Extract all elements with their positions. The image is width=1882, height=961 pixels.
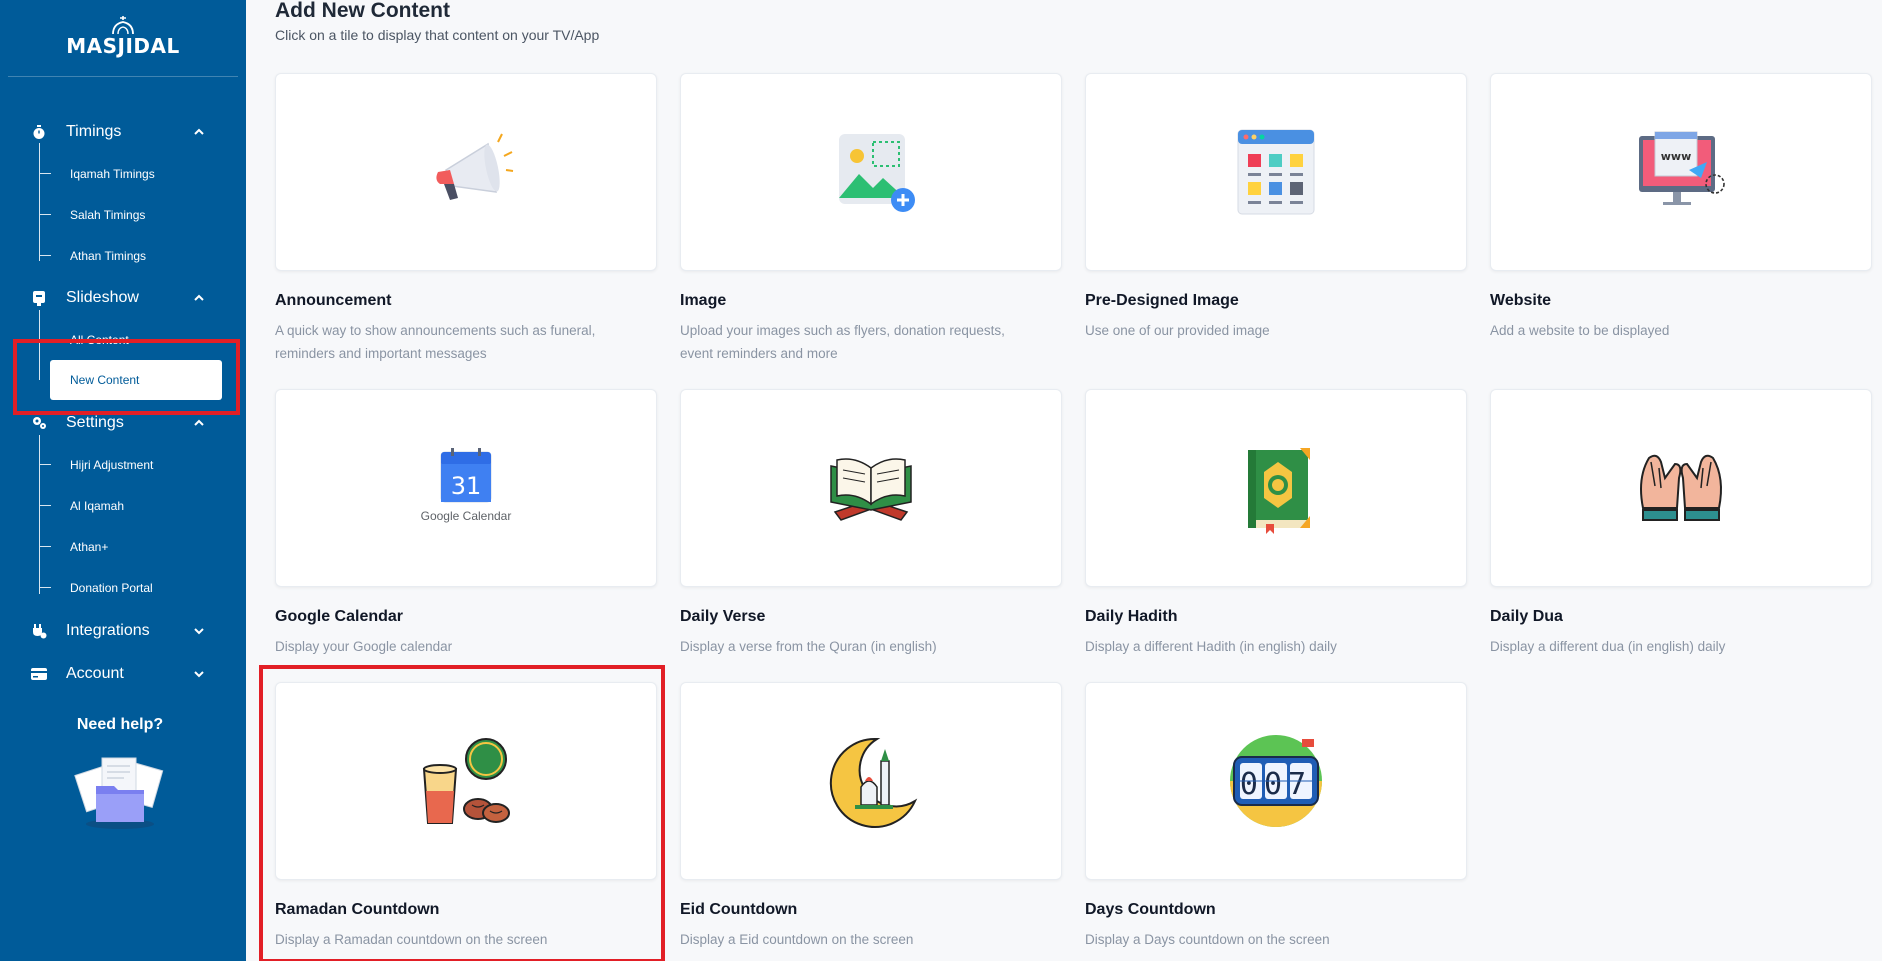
tile-description: Display a different dua (in english) dai… bbox=[1490, 639, 1726, 654]
sidebar: MASJIDAL Timings Iqamah Timings Salah Ti… bbox=[0, 0, 246, 961]
chevron-down-icon[interactable] bbox=[192, 667, 206, 681]
mosque-logo-icon bbox=[112, 16, 134, 35]
sidebar-section-label: Timings bbox=[66, 123, 122, 140]
tile-title: Daily Verse bbox=[680, 608, 766, 625]
tile-title: Eid Countdown bbox=[680, 901, 798, 918]
highlight-box bbox=[13, 339, 240, 415]
praying-hands-icon bbox=[1640, 454, 1722, 521]
tile-description: Display your Google calendar bbox=[275, 639, 453, 654]
chevron-up-icon[interactable] bbox=[192, 416, 206, 430]
hadith-book-icon bbox=[1248, 448, 1310, 534]
tile-description: Upload your images such as flyers, donat… bbox=[680, 323, 1005, 361]
crescent-mosque-icon bbox=[829, 737, 918, 828]
app-root: MASJIDAL Timings Iqamah Timings Salah Ti… bbox=[0, 0, 1882, 961]
tile-title: Website bbox=[1490, 292, 1552, 309]
need-help-heading[interactable]: Need help? bbox=[0, 716, 240, 734]
sidebar-section-integrations[interactable]: Integrations bbox=[0, 616, 246, 646]
tile-title: Image bbox=[680, 292, 727, 309]
add-image-icon bbox=[839, 134, 915, 212]
chevron-up-icon[interactable] bbox=[192, 291, 206, 305]
tile-card[interactable] bbox=[680, 73, 1062, 271]
tile-card[interactable] bbox=[1490, 389, 1872, 587]
chevron-up-icon[interactable] bbox=[192, 125, 206, 139]
tile-description: Display a verse from the Quran (in engli… bbox=[680, 639, 937, 654]
gears-icon bbox=[33, 417, 46, 429]
megaphone-icon bbox=[436, 133, 514, 200]
page-title: Add New Content bbox=[275, 0, 450, 22]
plug-icon bbox=[33, 624, 47, 639]
flip-clock-icon: 007 bbox=[1230, 735, 1322, 827]
tile-description: Display a Eid countdown on the screen bbox=[680, 932, 914, 947]
tile-card[interactable] bbox=[680, 389, 1062, 587]
tile-card[interactable] bbox=[1085, 389, 1467, 587]
help-folder-icon[interactable] bbox=[72, 752, 168, 832]
tile-description: Use one of our provided image bbox=[1085, 323, 1270, 338]
logo[interactable]: MASJIDAL bbox=[0, 14, 246, 74]
tile-title: Pre-Designed Image bbox=[1085, 292, 1239, 309]
tile-card[interactable]: www bbox=[1490, 73, 1872, 271]
sidebar-section-label: Account bbox=[66, 665, 124, 682]
tile-card[interactable] bbox=[275, 73, 657, 271]
chevron-down-icon[interactable] bbox=[192, 624, 206, 638]
tile-description: Add a website to be displayed bbox=[1490, 323, 1670, 338]
tile-title: Daily Hadith bbox=[1085, 608, 1178, 625]
sidebar-section-timings[interactable]: Timings bbox=[0, 117, 246, 147]
tile-card[interactable]: 007 bbox=[1085, 682, 1467, 880]
website-label: www bbox=[1661, 150, 1692, 163]
tree-line bbox=[39, 143, 40, 261]
logo-text: MASJIDAL bbox=[66, 34, 180, 58]
highlight-box bbox=[259, 665, 665, 961]
tile-title: Google Calendar bbox=[275, 608, 404, 625]
page-subtitle: Click on a tile to display that content … bbox=[275, 27, 600, 43]
slideshow-icon bbox=[33, 291, 45, 306]
logo-divider bbox=[8, 76, 238, 77]
tile-description: Display a Days countdown on the screen bbox=[1085, 932, 1330, 947]
sidebar-section-label: Settings bbox=[66, 414, 124, 431]
sidebar-section-account[interactable]: Account bbox=[0, 659, 246, 689]
tile-description: Display a different Hadith (in english) … bbox=[1085, 639, 1337, 654]
image-grid-icon bbox=[1237, 129, 1315, 215]
tile-title: Daily Dua bbox=[1490, 608, 1563, 625]
sidebar-section-settings[interactable]: Settings bbox=[0, 408, 246, 438]
tile-title: Announcement bbox=[275, 292, 392, 309]
calendar-day: 31 bbox=[451, 472, 482, 500]
sidebar-section-label: Slideshow bbox=[66, 289, 139, 306]
tile-title: Days Countdown bbox=[1085, 901, 1216, 918]
tile-card[interactable] bbox=[680, 682, 1062, 880]
website-monitor-icon: www bbox=[1639, 131, 1725, 205]
tile-card[interactable] bbox=[1085, 73, 1467, 271]
tree-line bbox=[39, 435, 40, 594]
stopwatch-icon bbox=[33, 125, 45, 139]
countdown-digits: 007 bbox=[1240, 767, 1312, 802]
tile-description: A quick way to show announcements such a… bbox=[275, 323, 596, 361]
sidebar-section-label: Integrations bbox=[66, 622, 150, 639]
google-calendar-icon: 31 Google Calendar bbox=[421, 448, 512, 523]
tile-card[interactable]: 31 Google Calendar bbox=[275, 389, 657, 587]
calendar-brand: Google Calendar bbox=[421, 509, 512, 523]
sidebar-section-slideshow[interactable]: Slideshow bbox=[0, 283, 246, 313]
open-quran-icon bbox=[830, 458, 912, 521]
credit-card-icon bbox=[31, 668, 47, 680]
